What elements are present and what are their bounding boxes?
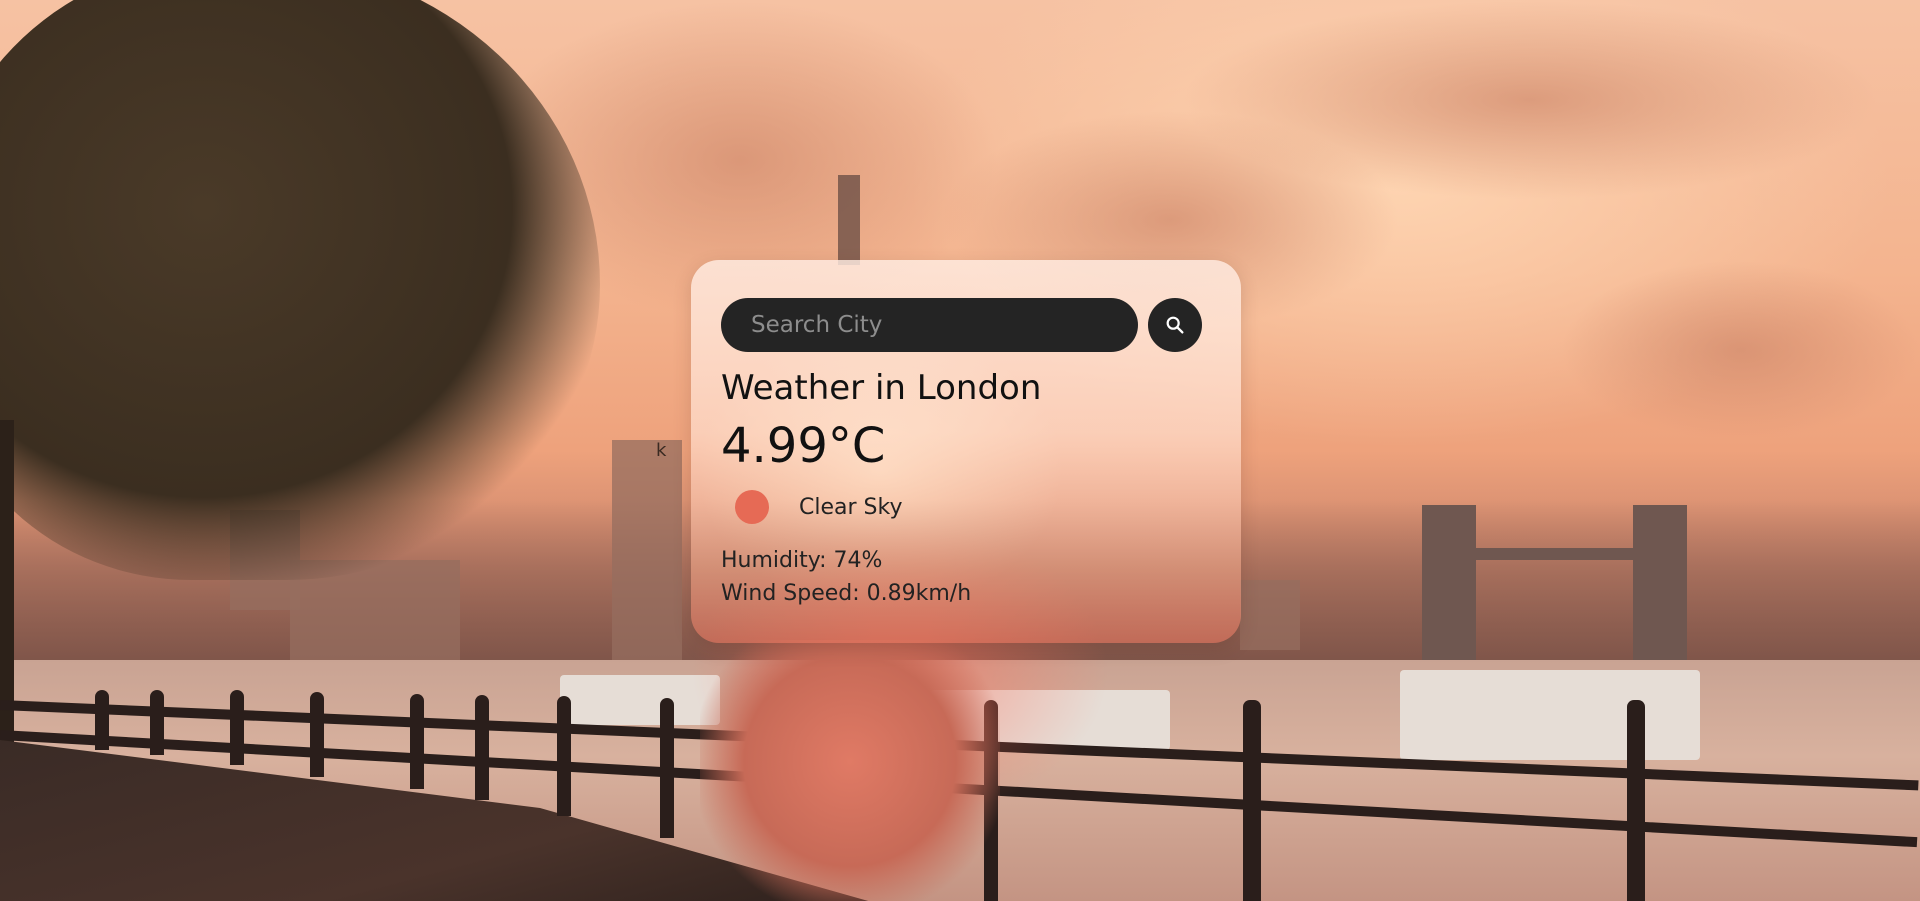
humidity-text: Humidity: 74% <box>721 548 883 573</box>
cloud <box>1180 0 1880 200</box>
railing-post <box>230 690 244 765</box>
cloud <box>1560 260 1920 440</box>
stray-text: k <box>656 440 667 461</box>
weather-description: Clear Sky <box>721 490 1211 524</box>
search-button[interactable] <box>1148 298 1202 352</box>
railing-post <box>1627 700 1645 901</box>
tower-bridge-deck <box>1470 548 1640 560</box>
tree <box>0 0 600 580</box>
city-title: Weather in London <box>721 368 1042 408</box>
tower-bridge-left-tower <box>1422 505 1476 675</box>
railing-post <box>660 698 674 838</box>
railing-post <box>150 690 164 755</box>
weather-card: Weather in London 4.99°C Clear Sky Humid… <box>691 260 1241 643</box>
building <box>612 440 682 660</box>
temperature: 4.99°C <box>721 418 886 474</box>
wind-speed-text: Wind Speed: 0.89km/h <box>721 581 972 606</box>
railing-post <box>557 696 571 816</box>
railing-post <box>95 690 109 750</box>
clear-sky-icon <box>735 490 769 524</box>
search-input[interactable] <box>721 298 1138 352</box>
person-silhouette <box>700 640 1000 901</box>
description-text: Clear Sky <box>799 494 903 520</box>
building <box>1240 580 1300 650</box>
boat <box>1400 670 1700 760</box>
railing-post <box>310 692 324 777</box>
railing-post <box>475 695 489 800</box>
railing-post <box>1243 700 1261 901</box>
search-icon <box>1166 316 1184 334</box>
tower-bridge-right-tower <box>1633 505 1687 675</box>
railing-post <box>410 694 424 789</box>
search-bar <box>721 298 1211 352</box>
shard-tower <box>838 175 860 265</box>
